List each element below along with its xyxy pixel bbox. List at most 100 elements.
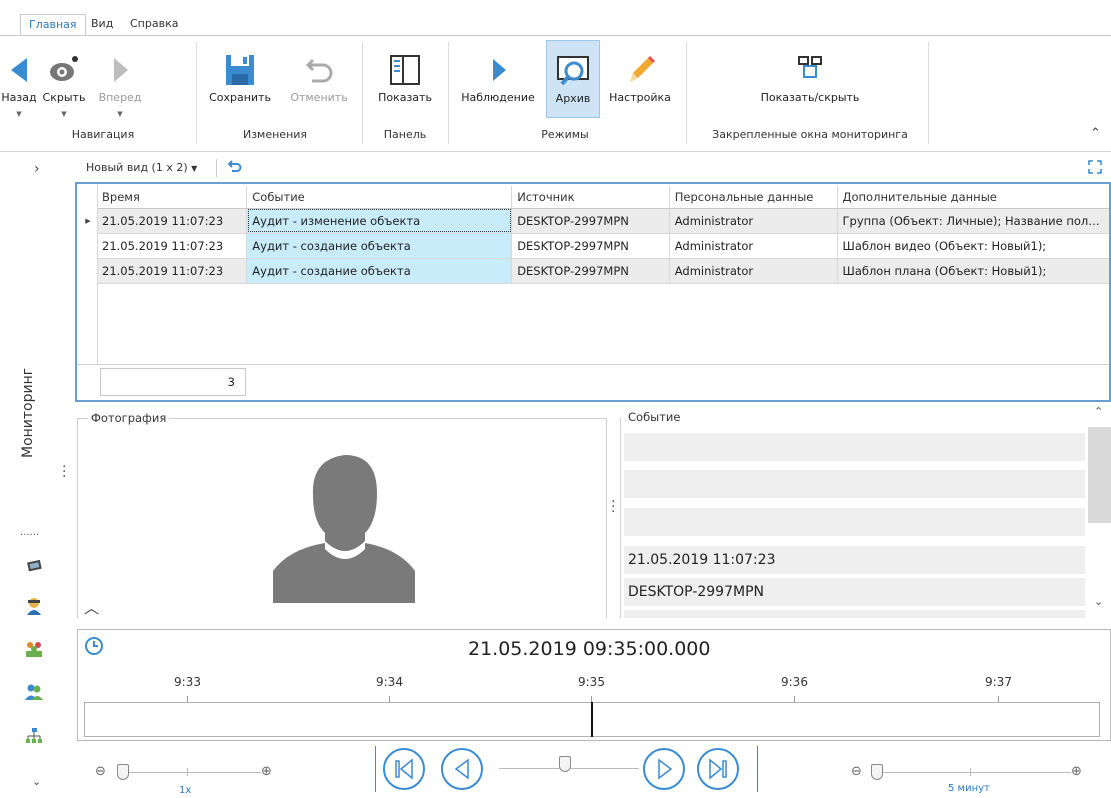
cell-time[interactable]: 21.05.2019 11:07:23 (97, 233, 248, 259)
cell-time[interactable]: 21.05.2019 11:07:23 (97, 258, 248, 284)
table-row[interactable]: 21.05.2019 11:07:23 Аудит - изменение об… (97, 208, 1109, 234)
speed-slider-track[interactable] (121, 772, 261, 773)
step-back-button[interactable] (383, 748, 425, 790)
cell-personal[interactable]: Administrator (669, 208, 838, 234)
timeline-cursor[interactable] (591, 702, 593, 737)
cell-additional[interactable]: Шаблон плана (Объект: Новый1); (837, 258, 1109, 284)
tick-label: 9:35 (578, 675, 605, 689)
forward-arrow-icon (114, 58, 128, 82)
photo-panel: Фотография ︿ (77, 411, 607, 618)
table-row[interactable]: 21.05.2019 11:07:23 Аудит - создание объ… (97, 258, 1109, 284)
scale-slider-thumb[interactable] (871, 764, 883, 780)
view-selector[interactable]: Новый вид (1 x 2) ▼ (86, 161, 197, 174)
rail-divider-dots[interactable]: ...... (20, 527, 39, 538)
ribbon-separator (196, 42, 197, 144)
event-panel: Событие 21.05.2019 11:07:23 DESKTOP-2997… (620, 410, 1088, 618)
cell-personal[interactable]: Administrator (669, 258, 838, 284)
tab-help[interactable]: Справка (122, 14, 186, 36)
position-slider-thumb[interactable] (559, 756, 571, 772)
controls-separator (757, 746, 758, 792)
column-header-personal[interactable]: Персональные данные (669, 186, 838, 209)
play-forward-button[interactable] (643, 748, 685, 790)
group-pinned: Закрепленные окна мониторинга (712, 128, 908, 141)
rail-chevron-down-icon[interactable]: ⌄ (32, 775, 41, 788)
operator-icon[interactable] (24, 596, 44, 616)
settings-mode-button[interactable]: Настройка (604, 40, 676, 120)
forward-label: Вперед (98, 91, 142, 104)
cell-event[interactable]: Аудит - изменение объекта (246, 208, 513, 234)
tab-view[interactable]: Вид (83, 14, 121, 36)
scale-decrease-icon[interactable]: ⊖ (851, 764, 862, 779)
event-field (624, 508, 1085, 536)
tab-home[interactable]: Главная (20, 14, 86, 36)
clock-icon[interactable] (84, 636, 104, 656)
cell-event[interactable]: Аудит - создание объекта (246, 233, 513, 259)
ribbon-tabs: Главная Вид Справка (0, 0, 1111, 36)
speed-decrease-icon[interactable]: ⊖ (95, 764, 106, 779)
cell-additional[interactable]: Группа (Объект: Личные); Название пол… (837, 208, 1109, 234)
pinned-windows-icon (798, 56, 822, 78)
archive-search-icon (557, 56, 589, 86)
ribbon-separator (362, 42, 363, 144)
collapse-ribbon-icon[interactable]: ⌃ (1090, 126, 1101, 141)
toolbar-separator (216, 159, 217, 177)
scale-slider-track[interactable] (875, 772, 1071, 773)
tick-label: 9:34 (376, 675, 403, 689)
observe-mode-button[interactable]: Наблюдение (456, 40, 540, 120)
collapse-panel-icon[interactable]: ︿ (84, 597, 99, 618)
expand-sidebar-icon[interactable]: › (34, 161, 40, 177)
users-group-icon[interactable] (24, 640, 44, 658)
cell-source[interactable]: DESKTOP-2997MPN (511, 208, 670, 234)
events-table: Время Событие Источник Персональные данн… (97, 186, 1109, 284)
archive-mode-button[interactable]: Архив (546, 40, 600, 118)
show-panel-button[interactable]: Показать (370, 40, 440, 120)
cell-personal[interactable]: Administrator (669, 233, 838, 259)
back-button[interactable]: Назад ▼ (0, 40, 38, 120)
scale-increase-icon[interactable]: ⊕ (1071, 764, 1082, 779)
undo-button[interactable]: Отменить (284, 40, 354, 120)
column-header-time[interactable]: Время (97, 186, 248, 209)
speed-increase-icon[interactable]: ⊕ (261, 764, 272, 779)
play-icon (493, 59, 506, 81)
hide-button[interactable]: Скрыть ▼ (38, 40, 90, 120)
scroll-down-icon[interactable]: ⌄ (1094, 595, 1103, 608)
chevron-down-icon: ▼ (16, 110, 22, 118)
scroll-up-icon[interactable]: ⌃ (1094, 405, 1103, 418)
event-field-source: DESKTOP-2997MPN (624, 578, 1085, 606)
step-forward-button[interactable] (697, 748, 739, 790)
persons-icon[interactable] (24, 683, 44, 701)
scroll-thumb[interactable] (1088, 427, 1111, 523)
observe-label: Наблюдение (461, 91, 535, 104)
save-label: Сохранить (209, 91, 271, 104)
forward-button[interactable]: Вперед ▼ (92, 40, 148, 120)
cell-source[interactable]: DESKTOP-2997MPN (511, 258, 670, 284)
table-row[interactable]: 21.05.2019 11:07:23 Аудит - создание объ… (97, 233, 1109, 259)
column-header-event[interactable]: Событие (246, 186, 513, 209)
cell-source[interactable]: DESKTOP-2997MPN (511, 233, 670, 259)
group-navigation: Навигация (71, 128, 135, 141)
event-panel-scrollbar[interactable]: ⌃ ⌄ (1088, 405, 1111, 620)
footer-divider (77, 364, 1109, 365)
save-button[interactable]: Сохранить (204, 40, 276, 120)
play-backward-button[interactable] (441, 748, 483, 790)
tick-label: 9:36 (781, 675, 808, 689)
event-panel-title: Событие (625, 410, 684, 424)
column-header-additional[interactable]: Дополнительные данные (837, 186, 1109, 209)
org-structure-icon[interactable] (25, 727, 43, 745)
group-panel: Панель (383, 128, 427, 141)
controls-separator (375, 746, 376, 792)
chevron-down-icon: ▼ (61, 110, 67, 118)
panel-splitter-icon[interactable]: · · · (611, 495, 615, 519)
splitter-handle-icon[interactable]: · · · (62, 460, 66, 484)
fullscreen-icon[interactable] (1087, 159, 1103, 175)
column-header-source[interactable]: Источник (511, 186, 670, 209)
cell-time[interactable]: 21.05.2019 11:07:23 (97, 208, 248, 234)
cell-event[interactable]: Аудит - создание объекта (246, 258, 513, 284)
playback-controls: ⊖ ⊕ 1x ⊖ ⊕ 5 минут (75, 742, 1111, 798)
toggle-pinned-windows-button[interactable]: Показать/скрыть (694, 40, 926, 120)
monitor-icon[interactable] (26, 558, 44, 574)
row-indicator-column (97, 184, 98, 364)
speed-slider-thumb[interactable] (117, 764, 129, 780)
revert-view-icon[interactable] (227, 158, 243, 174)
cell-additional[interactable]: Шаблон видео (Объект: Новый1); (837, 233, 1109, 259)
